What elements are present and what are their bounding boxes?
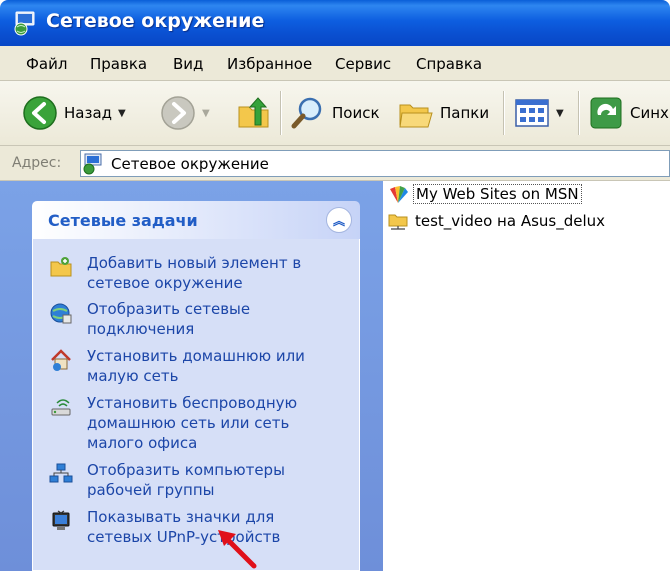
explorer-window: Сетевое окружение Файл Правка Вид Избран… [0, 0, 670, 571]
file-label: test_video на Asus_delux [415, 212, 606, 230]
network-places-icon [83, 153, 102, 174]
file-label: My Web Sites on MSN [413, 184, 582, 204]
upnp-device-icon [52, 510, 70, 530]
toolbar-separator [503, 91, 505, 135]
network-tasks-body: Добавить новый элемент в сетевое окружен… [32, 239, 360, 571]
task-home-network[interactable]: Установить домашнюю или малую сеть [49, 346, 349, 386]
sync-label: Синх [630, 104, 669, 122]
task-network-connections[interactable]: Отобразить сетевые подключения [49, 299, 349, 339]
file-item-msn[interactable]: My Web Sites on MSN [387, 183, 582, 205]
msn-icon [390, 186, 408, 203]
search-icon [291, 97, 322, 129]
chevron-down-icon[interactable]: ▼ [556, 108, 564, 119]
file-list-pane: My Web Sites on MSN test_video на Asus_d… [383, 181, 670, 571]
sync-icon [590, 97, 622, 129]
task-label: Установить беспроводную домашнюю сеть ил… [87, 394, 298, 452]
menu-file[interactable]: Файл [26, 55, 67, 73]
address-bar: Адрес: Сетевое окружение [0, 146, 670, 181]
task-label: Установить домашнюю или малую сеть [87, 347, 305, 385]
up-folder-button[interactable] [236, 89, 272, 137]
home-network-icon [51, 349, 71, 371]
task-workgroup-computers[interactable]: Отобразить компьютеры рабочей группы [49, 460, 349, 500]
address-input[interactable]: Сетевое окружение [80, 150, 670, 177]
folders-label: Папки [440, 104, 490, 122]
forward-button[interactable]: ▼ [160, 89, 210, 137]
task-upnp-devices[interactable]: Показывать значки для сетевых UPnP-устро… [49, 507, 349, 547]
toolbar-separator [578, 91, 580, 135]
task-add-network-place[interactable]: Добавить новый элемент в сетевое окружен… [49, 253, 349, 293]
menu-view[interactable]: Вид [173, 55, 203, 73]
window-title: Сетевое окружение [46, 10, 265, 32]
task-label: Отобразить сетевые подключения [87, 300, 251, 338]
file-item-test-video[interactable]: test_video на Asus_delux [387, 210, 607, 232]
menu-favorites[interactable]: Избранное [227, 55, 312, 73]
title-bar[interactable]: Сетевое окружение [0, 0, 670, 46]
red-annotation-arrow-icon [218, 530, 257, 569]
chevron-down-icon: ▼ [202, 107, 210, 119]
task-wireless-network[interactable]: Установить беспроводную домашнюю сеть ил… [49, 393, 349, 453]
network-folder-icon [388, 214, 408, 230]
menu-tools[interactable]: Сервис [335, 55, 391, 73]
back-label: Назад [64, 104, 113, 122]
views-button[interactable]: ▼ [514, 89, 564, 137]
network-tasks-panel: Сетевые задачи ︽ Добавить новый элемент … [32, 201, 360, 571]
search-label: Поиск [332, 104, 380, 122]
menu-help[interactable]: Справка [416, 55, 482, 73]
chevron-down-icon[interactable]: ▼ [118, 108, 126, 119]
network-tasks-title: Сетевые задачи [48, 211, 198, 230]
menu-bar: Файл Правка Вид Избранное Сервис Справка [0, 46, 670, 81]
collapse-up-icon[interactable]: ︽ [326, 207, 352, 233]
network-places-icon [14, 11, 35, 36]
back-button[interactable]: Назад ▼ [22, 89, 126, 137]
views-icon [515, 99, 549, 127]
folders-button[interactable]: Папки [398, 89, 489, 137]
tasks-pane: Сетевые задачи ︽ Добавить новый элемент … [0, 181, 383, 571]
wireless-network-icon [51, 399, 71, 416]
address-label: Адрес: [12, 155, 62, 171]
workgroup-computers-icon [49, 463, 73, 483]
up-folder-icon [238, 97, 269, 128]
network-tasks-header[interactable]: Сетевые задачи ︽ [32, 201, 360, 239]
sync-button[interactable]: Синх [588, 89, 669, 137]
add-network-place-icon [50, 257, 72, 277]
toolbar-separator [280, 91, 282, 135]
forward-arrow-icon [161, 96, 195, 130]
folders-icon [399, 104, 433, 128]
search-button[interactable]: Поиск [290, 89, 380, 137]
task-label: Добавить новый элемент в сетевое окружен… [87, 254, 302, 292]
task-label: Отобразить компьютеры рабочей группы [87, 461, 285, 499]
back-arrow-icon [23, 96, 57, 130]
menu-edit[interactable]: Правка [90, 55, 147, 73]
network-connections-icon [50, 303, 72, 324]
toolbar: Назад ▼ ▼ Поиск Папки ▼ Синх [0, 81, 670, 146]
address-value: Сетевое окружение [111, 154, 269, 173]
